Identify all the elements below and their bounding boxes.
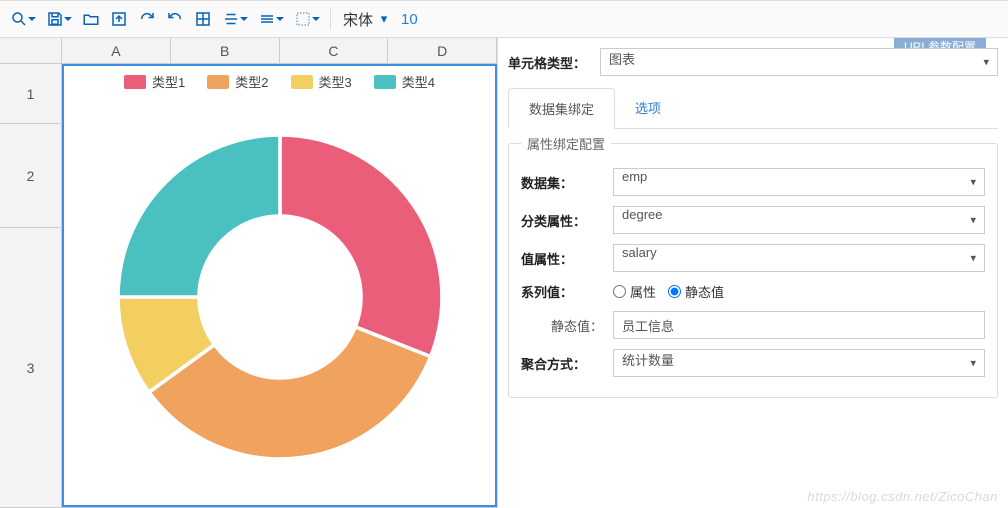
agg-select[interactable]: 统计数量 xyxy=(613,349,985,377)
cell-type-select[interactable]: 图表 xyxy=(600,48,998,76)
dataset-select[interactable]: emp xyxy=(613,168,985,196)
chevron-down-icon[interactable]: ▾ xyxy=(379,8,389,30)
chart-legend: 类型1类型2类型3类型4 xyxy=(70,72,489,91)
cell-type-label: 单元格类型： xyxy=(508,53,600,72)
static-label: 静态值： xyxy=(551,316,613,335)
export-icon[interactable] xyxy=(108,8,130,30)
col-header-d[interactable]: D xyxy=(388,38,497,64)
line-icon[interactable] xyxy=(256,8,278,30)
font-name[interactable]: 宋体 xyxy=(343,9,373,30)
col-header-a[interactable]: A xyxy=(62,38,171,64)
border-icon[interactable] xyxy=(292,8,314,30)
col-header-c[interactable]: C xyxy=(280,38,389,64)
properties-panel: URL参数配置 单元格类型： 图表 数据集绑定 选项 属性绑定配置 数据集： e… xyxy=(498,38,1008,508)
select-all-corner[interactable] xyxy=(0,38,62,64)
row-header-1[interactable]: 1 xyxy=(0,64,62,124)
radio-attribute[interactable]: 属性 xyxy=(613,282,656,301)
value-select[interactable]: salary xyxy=(613,244,985,272)
agg-label: 聚合方式： xyxy=(521,354,613,373)
col-header-b[interactable]: B xyxy=(171,38,280,64)
tab-options[interactable]: 选项 xyxy=(615,88,681,128)
spreadsheet: A B C D 1 2 3 类型1类型2类型3类型4 xyxy=(0,38,498,508)
align-icon[interactable] xyxy=(220,8,242,30)
row-header-3[interactable]: 3 xyxy=(0,228,62,508)
tab-databind[interactable]: 数据集绑定 xyxy=(508,88,615,129)
undo-icon[interactable] xyxy=(164,8,186,30)
series-label: 系列值： xyxy=(521,282,613,301)
category-label: 分类属性： xyxy=(521,211,613,230)
font-size[interactable]: 10 xyxy=(401,11,418,28)
category-select[interactable]: degree xyxy=(613,206,985,234)
radio-static[interactable]: 静态值 xyxy=(668,282,724,301)
static-input[interactable] xyxy=(613,311,985,339)
row-header-2[interactable]: 2 xyxy=(0,124,62,228)
open-icon[interactable] xyxy=(80,8,102,30)
watermark: https://blog.csdn.net/ZicoChan xyxy=(807,489,998,504)
donut-chart xyxy=(70,95,489,499)
dataset-label: 数据集： xyxy=(521,173,613,192)
separator xyxy=(330,8,331,30)
save-icon[interactable] xyxy=(44,8,66,30)
tabs: 数据集绑定 选项 xyxy=(508,88,998,129)
fieldset-title: 属性绑定配置 xyxy=(521,134,611,153)
toolbar: 宋体 ▾ 10 xyxy=(0,0,1008,38)
grid-icon[interactable] xyxy=(192,8,214,30)
search-icon[interactable] xyxy=(8,8,30,30)
chart-cell[interactable]: 类型1类型2类型3类型4 xyxy=(62,64,497,507)
redo-icon[interactable] xyxy=(136,8,158,30)
value-label: 值属性： xyxy=(521,249,613,268)
binding-fieldset: 属性绑定配置 数据集： emp 分类属性： degree 值属性： salary… xyxy=(508,143,998,398)
